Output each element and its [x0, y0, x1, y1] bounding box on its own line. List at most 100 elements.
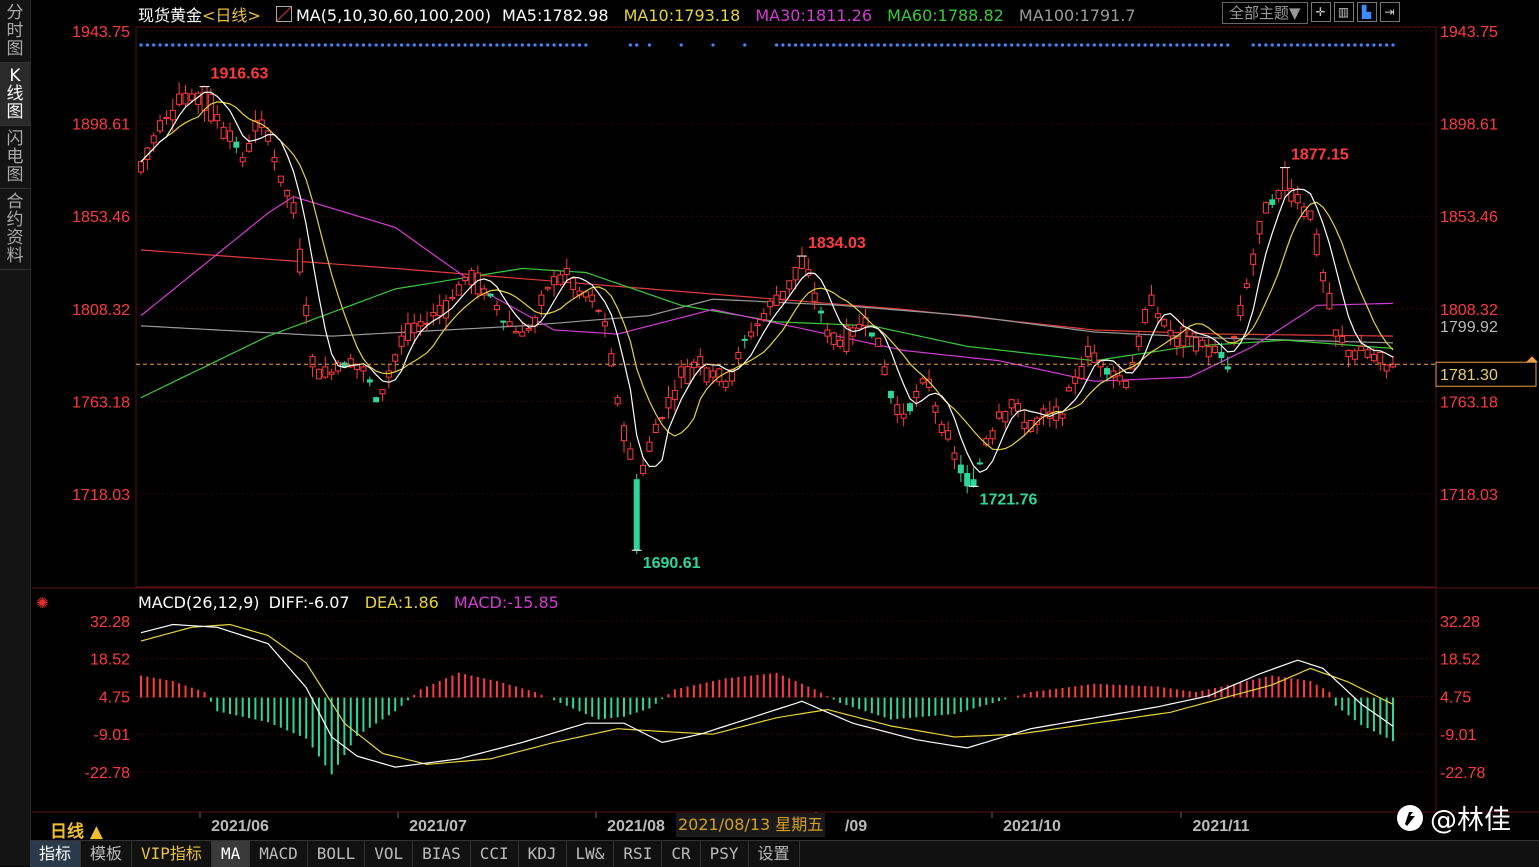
candle-body: [1116, 375, 1123, 382]
signal-dot: [234, 43, 238, 47]
crosshair-icon[interactable]: ✛: [1310, 2, 1331, 22]
tab-kdj[interactable]: KDJ: [519, 841, 567, 867]
export-icon[interactable]: ⇥: [1379, 2, 1400, 22]
candle-body: [1224, 366, 1231, 370]
tab-bias[interactable]: BIAS: [413, 841, 471, 867]
signal-dot: [164, 43, 169, 47]
candle-body: [830, 332, 837, 345]
tab-cr[interactable]: CR: [662, 841, 701, 867]
signal-dot: [1003, 43, 1007, 47]
candle-body: [493, 304, 500, 310]
tab-psy[interactable]: PSY: [701, 841, 749, 867]
signal-dot: [991, 43, 995, 47]
candle-body: [894, 404, 901, 415]
signal-dot: [291, 43, 296, 47]
price-tick-right: 1898.61: [1440, 117, 1498, 134]
tab-boll[interactable]: BOLL: [308, 841, 366, 867]
signal-dot: [450, 43, 455, 47]
macd-label: MACD(26,12,9): [138, 593, 260, 612]
signal-dot: [628, 43, 632, 47]
layout-icon[interactable]: ▥: [1333, 2, 1354, 22]
candle-body: [201, 86, 208, 111]
macd-histogram: [140, 672, 1394, 775]
period-tag: <日线>: [202, 6, 261, 25]
tab-lightning[interactable]: 闪电图: [0, 126, 30, 189]
tab-kline[interactable]: K线图: [0, 63, 30, 126]
candle-body: [188, 93, 195, 101]
candle-body: [837, 339, 844, 347]
tab-macd[interactable]: MACD: [250, 841, 308, 867]
candle-body: [1250, 253, 1257, 265]
candle-body: [1307, 210, 1314, 220]
theme-select-button[interactable]: 全部主题▼: [1222, 2, 1308, 24]
candle-body: [1212, 345, 1219, 354]
candle-body: [1364, 349, 1371, 358]
candle-body: [970, 479, 977, 487]
signal-dot: [1092, 43, 1096, 47]
macd-tick-left: 4.75: [99, 690, 130, 707]
signal-dot: [711, 43, 715, 47]
candle-body: [462, 276, 469, 282]
candle-body: [951, 452, 958, 460]
time-tick-label: 2021/11: [1193, 818, 1250, 835]
time-tick-label: 2021/06: [211, 818, 269, 835]
signal-dot: [1137, 43, 1141, 47]
candle-body: [322, 366, 329, 378]
tab-contract-info[interactable]: 合约资料: [0, 189, 30, 270]
candle-body: [1262, 202, 1269, 214]
chart-mode-icon[interactable]: ▙: [1356, 2, 1377, 22]
signal-dot: [190, 43, 194, 47]
candle-body: [900, 413, 907, 419]
tab-rsi[interactable]: RSI: [614, 841, 663, 867]
tab-vip-indicator[interactable]: VIP指标: [132, 841, 212, 867]
candle-body: [1173, 337, 1180, 347]
signal-dot: [342, 43, 346, 47]
tab-ma[interactable]: MA: [211, 841, 251, 867]
tab-lw[interactable]: LW&: [567, 841, 615, 867]
settings-sun-icon[interactable]: ✺: [36, 594, 49, 612]
candle-body: [640, 464, 647, 475]
signal-dot: [431, 43, 435, 47]
signal-dot: [317, 43, 321, 47]
signal-dot: [349, 43, 353, 47]
candle-body: [417, 321, 424, 327]
candle-body: [601, 321, 608, 327]
signal-dot: [380, 43, 385, 47]
candle-body: [1123, 380, 1130, 388]
time-tick-label: 2021/10: [1003, 818, 1061, 835]
signal-dot: [279, 43, 283, 47]
candle-body: [150, 135, 157, 144]
signal-dot: [1226, 43, 1230, 47]
candle-body: [767, 300, 774, 308]
candle-body: [811, 292, 818, 302]
candle-body: [1154, 313, 1161, 318]
candle-body: [360, 366, 367, 372]
signal-dot: [1060, 43, 1065, 47]
period-selector[interactable]: 日线 ▲: [50, 817, 103, 842]
ma-indicator-icon[interactable]: [275, 6, 292, 22]
signal-dot: [1264, 43, 1268, 47]
tab-cci[interactable]: CCI: [471, 841, 519, 867]
signal-dot: [438, 43, 442, 47]
ma5-value: MA5:1782.98: [502, 6, 609, 25]
candle-body: [296, 248, 303, 273]
signal-dot: [196, 43, 200, 47]
candle-body: [309, 356, 316, 368]
tab-settings[interactable]: 设置: [749, 841, 800, 867]
candle-body: [239, 157, 246, 163]
price-tick-right: 1808.32: [1440, 302, 1498, 319]
tab-indicator[interactable]: 指标: [30, 841, 82, 867]
tab-timeshare[interactable]: 分时图: [0, 0, 30, 63]
candle-body: [411, 322, 418, 334]
candle-body: [697, 356, 704, 368]
tab-template[interactable]: 模板: [81, 841, 133, 867]
candle-body: [1243, 283, 1250, 288]
candle-body: [519, 331, 526, 337]
candlestick-series: [138, 82, 1396, 555]
candle-body: [1104, 368, 1111, 375]
chart-canvas[interactable]: 1943.75 1943.75 1898.61 1898.61 1853.46 1853.…: [0, 0, 1539, 866]
tab-vol[interactable]: VOL: [365, 841, 414, 867]
candle-body: [1078, 365, 1085, 379]
candle-body: [1161, 319, 1168, 327]
candle-body: [538, 294, 545, 306]
